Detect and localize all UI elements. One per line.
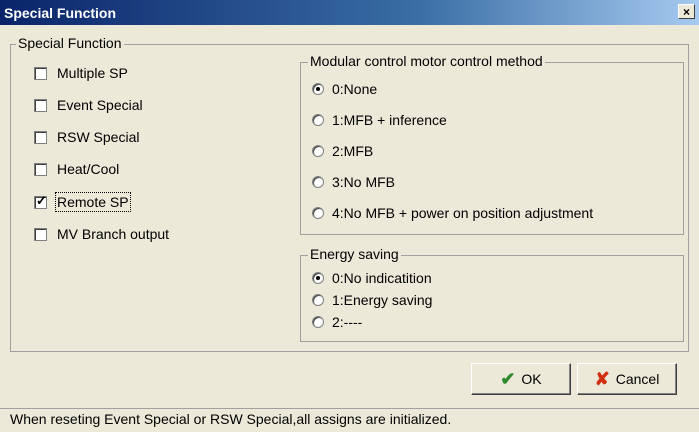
radio-label: 0:None (332, 81, 378, 97)
x-cancel-icon: ✘ (594, 368, 610, 389)
close-icon: × (682, 5, 690, 19)
window-title: Special Function (4, 5, 117, 21)
checkbox-box[interactable] (34, 162, 47, 176)
energy-saving-legend: Energy saving (308, 246, 401, 262)
ok-button-label: OK (521, 371, 542, 387)
radio-motor-no-mfb[interactable]: 3:No MFB (312, 172, 395, 192)
radio-label: 4:No MFB + power on position adjustment (332, 205, 594, 221)
radio-energy-none[interactable]: 2:---- (312, 312, 362, 332)
checkmark-icon: ✔ (500, 368, 516, 389)
checkbox-box[interactable] (34, 66, 47, 80)
checkbox-box[interactable] (34, 98, 47, 112)
checkbox-rsw-special[interactable]: RSW Special (34, 127, 139, 147)
checkbox-box[interactable] (34, 130, 47, 144)
checkbox-label: MV Branch output (57, 226, 170, 242)
status-bar: When reseting Event Special or RSW Speci… (0, 408, 699, 432)
motor-control-legend: Modular control motor control method (308, 53, 545, 69)
checkbox-box[interactable] (34, 227, 47, 241)
checkbox-label: Remote SP (55, 192, 131, 212)
ok-button[interactable]: ✔ OK (471, 363, 571, 395)
checkbox-mv-branch-output[interactable]: MV Branch output (34, 224, 169, 244)
checkbox-event-special[interactable]: Event Special (34, 95, 143, 115)
checkbox-box[interactable]: ✓ (34, 192, 47, 209)
radio-button[interactable] (312, 83, 324, 95)
close-button[interactable]: × (678, 4, 695, 19)
status-text: When reseting Event Special or RSW Speci… (10, 411, 452, 427)
radio-label: 2:---- (332, 314, 363, 330)
radio-label: 3:No MFB (332, 174, 396, 190)
check-mark-icon: ✓ (36, 192, 47, 208)
checkbox-label: Event Special (57, 97, 143, 113)
radio-button[interactable] (312, 316, 324, 328)
checkbox-heat-cool[interactable]: Heat/Cool (34, 159, 119, 179)
checkbox-remote-sp[interactable]: ✓ Remote SP (34, 192, 131, 212)
radio-label: 2:MFB (332, 143, 374, 159)
title-bar: Special Function × (0, 0, 699, 25)
checkbox-label: Heat/Cool (57, 161, 120, 177)
cancel-button-label: Cancel (615, 371, 660, 387)
cancel-button[interactable]: ✘ Cancel (577, 363, 677, 395)
radio-button[interactable] (312, 272, 324, 284)
special-function-legend: Special Function (16, 35, 124, 51)
radio-button[interactable] (312, 114, 324, 126)
radio-label: 1:Energy saving (332, 292, 433, 308)
radio-button[interactable] (312, 294, 324, 306)
radio-motor-mfb-inference[interactable]: 1:MFB + inference (312, 110, 447, 130)
radio-button[interactable] (312, 207, 324, 219)
radio-motor-none[interactable]: 0:None (312, 79, 377, 99)
radio-motor-mfb[interactable]: 2:MFB (312, 141, 373, 161)
checkbox-label: RSW Special (57, 129, 140, 145)
radio-label: 1:MFB + inference (332, 112, 447, 128)
checkbox-label: Multiple SP (57, 65, 128, 81)
radio-energy-no-indication[interactable]: 0:No indicatition (312, 268, 432, 288)
radio-energy-saving[interactable]: 1:Energy saving (312, 290, 432, 310)
radio-motor-no-mfb-power-on[interactable]: 4:No MFB + power on position adjustment (312, 203, 593, 223)
radio-button[interactable] (312, 145, 324, 157)
checkbox-multiple-sp[interactable]: Multiple SP (34, 63, 128, 83)
radio-label: 0:No indicatition (332, 270, 432, 286)
radio-button[interactable] (312, 176, 324, 188)
